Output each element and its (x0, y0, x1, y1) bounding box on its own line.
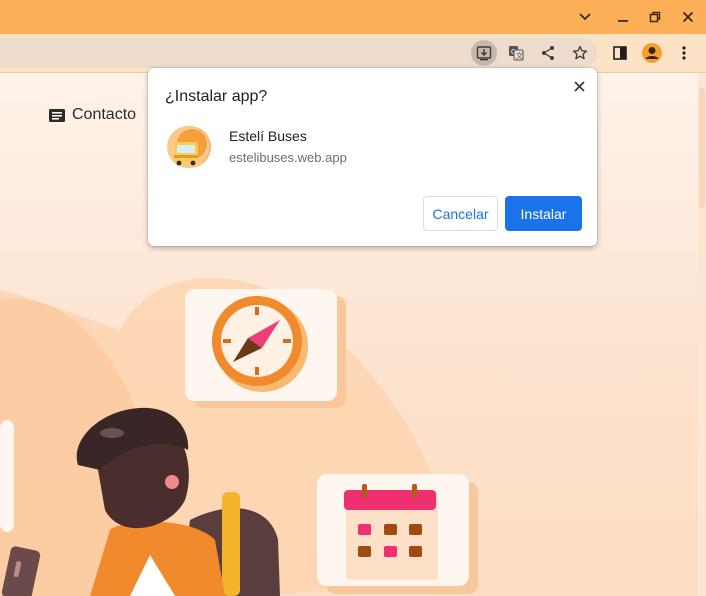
translate-icon[interactable]: G文 (503, 40, 529, 66)
more-menu-icon[interactable] (671, 40, 697, 66)
scrollbar-thumb[interactable] (699, 88, 705, 208)
app-name: Estelí Buses (229, 128, 307, 144)
profile-icon[interactable] (639, 40, 665, 66)
install-app-icon[interactable] (471, 40, 497, 66)
restore-icon[interactable] (645, 8, 665, 26)
app-logo-icon (167, 126, 211, 168)
chevron-down-icon[interactable] (575, 8, 595, 26)
window-titlebar (0, 0, 706, 34)
close-icon[interactable] (678, 8, 698, 26)
nav-contact-label: Contacto (72, 106, 137, 123)
install-button[interactable]: Instalar (505, 196, 582, 231)
contact-card-icon (49, 108, 65, 122)
install-app-dialog: ¿Instalar app? Estelí Buses estelibuses.… (148, 68, 597, 246)
nav-contact-link[interactable]: Contacto (48, 106, 136, 124)
side-panel-icon[interactable] (607, 40, 633, 66)
svg-text:文: 文 (516, 51, 523, 60)
cancel-button[interactable]: Cancelar (423, 196, 498, 231)
bookmark-star-icon[interactable] (567, 40, 593, 66)
app-url: estelibuses.web.app (229, 150, 347, 165)
minimize-icon[interactable] (613, 8, 633, 26)
dialog-close-icon[interactable] (569, 76, 589, 96)
dialog-title: ¿Instalar app? (165, 88, 268, 105)
share-icon[interactable] (535, 40, 561, 66)
